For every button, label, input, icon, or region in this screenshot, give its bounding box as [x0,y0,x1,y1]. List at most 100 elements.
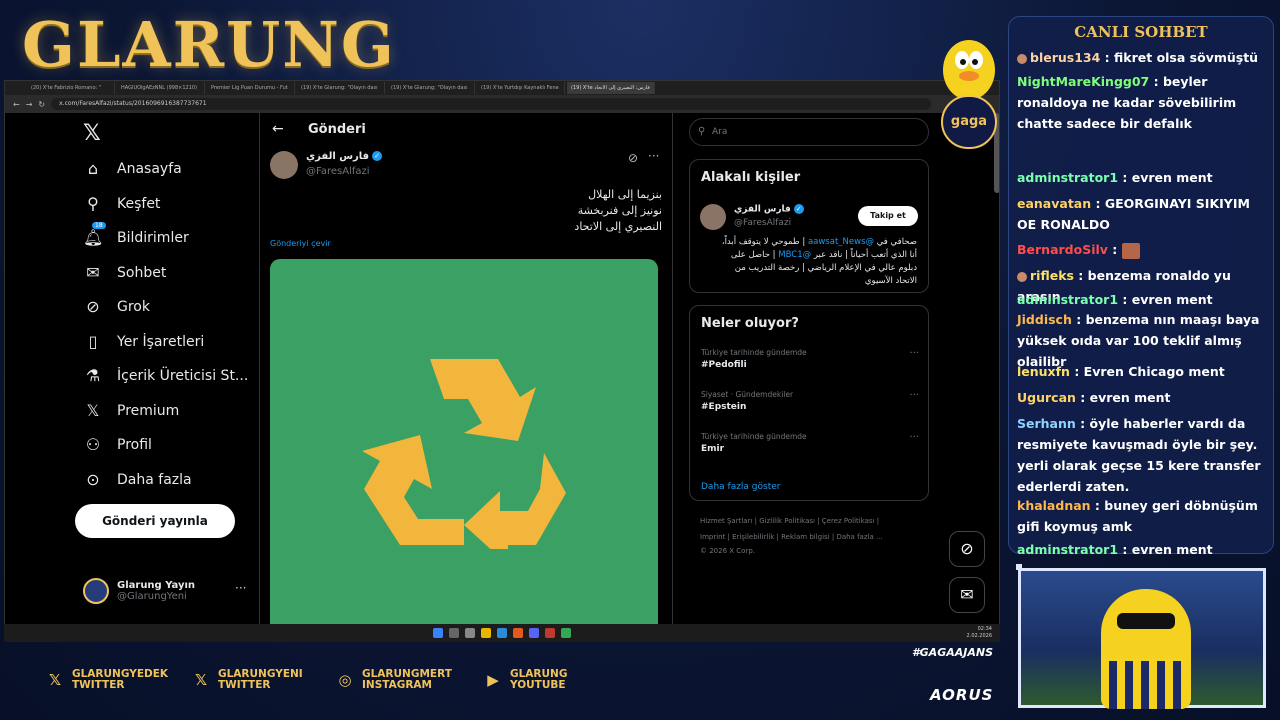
trend-item[interactable]: Türkiye tarihinde gündemde Emir ··· [701,432,919,454]
sidebar-item-more[interactable]: ⊙ Daha fazla [83,470,191,489]
grok-icon[interactable]: ⊘ [628,151,638,165]
trend-item[interactable]: Siyaset · Gündemdekiler #Epstein ··· [701,390,919,412]
search-icon[interactable] [449,628,459,638]
grok-fab-icon[interactable]: ⊘ [949,531,985,567]
explorer-icon[interactable] [481,628,491,638]
gaga-badge-logo: gaga [941,95,997,149]
chat-username[interactable]: BernardoSilv [1017,242,1108,257]
follow-button[interactable]: Takip et [858,206,918,226]
system-clock[interactable]: 02:34 2.02.2026 [967,626,992,640]
chat-username[interactable]: NightMareKingg07 [1017,74,1149,89]
sidebar-item-explore[interactable]: ⚲ Keşfet [83,194,160,213]
sidebar-item-home[interactable]: ⌂ Anasayfa [83,159,182,178]
chat-text: : [1107,242,1122,257]
author-avatar[interactable] [270,151,298,179]
hashtag-label: #GAGAAJANS [912,646,993,659]
chat-message: eanavatan : GEORGINAYI SIKIYIM OE RONALD… [1017,193,1269,235]
author-name-text: فارس الفزي [306,151,370,162]
avatar[interactable] [700,204,726,230]
chat-username[interactable]: adminstrator1 [1017,170,1118,185]
browser-tab[interactable]: (19) X'te Glarung: "Olayın dası [297,82,385,94]
windows-taskbar: 02:34 2.02.2026 [4,624,1000,642]
chat-username[interactable]: Serhann [1017,416,1076,431]
start-icon[interactable] [433,628,443,638]
account-switcher[interactable]: Glarung Yayın @GlarungYeni [83,578,195,604]
chat-text: : evren ment [1118,292,1213,307]
translate-link[interactable]: Gönderiyi çevir [270,239,331,248]
chat-username[interactable]: eanavatan [1017,196,1091,211]
taskview-icon[interactable] [465,628,475,638]
browser-tab[interactable]: (20) X'te Fabrizio Romano: " [27,82,115,94]
browser-tab[interactable]: (19) X'te Yurtdışı Kaynaklı Fene [477,82,565,94]
trend-name: Emir [701,444,725,454]
sidebar-item-chat[interactable]: ✉ Sohbet [83,263,166,282]
chat-username[interactable]: blerus134 [1030,50,1100,65]
related-handle[interactable]: @FaresAlfazi [734,218,791,228]
trend-category: Türkiye tarihinde gündemde [701,432,807,441]
more-icon[interactable]: ··· [909,390,919,401]
browser-tab[interactable]: Premier Lig Puan Durumu - Fut [207,82,295,94]
mail-icon: ✉ [86,263,100,282]
related-name[interactable]: فارس الفزي ✓ [734,204,804,215]
more-icon[interactable]: ··· [648,149,659,163]
chat-username[interactable]: Jiddisch [1017,312,1072,327]
clock-time: 02:34 [977,626,992,632]
post-button[interactable]: Gönderi yayınla [75,504,235,538]
brave-icon[interactable] [513,628,523,638]
chat-username[interactable]: khaladnan [1017,498,1091,513]
chrome-icon[interactable] [561,628,571,638]
more-icon[interactable]: ··· [909,432,919,443]
chat-text: : evren ment [1118,542,1213,557]
chat-username[interactable]: adminstrator1 [1017,292,1118,307]
chat-username[interactable]: adminstrator1 [1017,542,1118,557]
card-heading: Alakalı kişiler [701,170,801,185]
back-arrow-icon[interactable]: ← [13,100,20,109]
chat-username[interactable]: rifleks [1030,268,1074,283]
bio-link[interactable]: @aawsat_News [808,237,874,247]
chat-username[interactable]: lenuxfn [1017,364,1070,379]
sidebar-item-label: Bildirimler [117,229,189,246]
sidebar-item-grok[interactable]: ⊘ Grok [83,297,150,316]
related-people-card: Alakalı kişiler فارس الفزي ✓ @FaresAlfazi… [689,159,929,293]
home-icon: ⌂ [87,159,99,178]
sidebar-item-notifications[interactable]: 🔔︎ 18 Bildirimler [83,222,189,247]
address-bar[interactable]: x.com/FaresAlfazi/status/201609691638773… [51,98,932,110]
account-more-icon[interactable]: ··· [235,581,246,595]
post-media-image[interactable] [270,259,658,625]
bio-link[interactable]: @MBC1 [778,250,811,260]
footer-copyright: © 2026 X Corp. [700,547,756,555]
sidebar-item-profile[interactable]: ⚇ Profil [83,435,152,454]
sidebar-item-creator-studio[interactable]: ⚗ İçerik Üreticisi St... [83,366,248,385]
back-arrow-icon[interactable]: ← [272,121,284,137]
sidebar-item-bookmarks[interactable]: ▯ Yer İşaretleri [83,332,205,351]
x-logo-icon[interactable]: 𝕏 [83,121,101,146]
messages-fab-icon[interactable]: ✉ [949,577,985,613]
chat-text: : fikret olsa sövmüştü [1100,50,1259,65]
obs-icon[interactable] [545,628,555,638]
show-more-link[interactable]: Daha fazla göster [701,482,780,492]
avatar [83,578,109,604]
post-column: ← Gönderi فارس الفزي ✓ @FaresAlfazi ⊘ ···… [259,113,673,625]
browser-tab-active[interactable]: (19) X'te فارس: النصيري إلى الاتحاد [567,82,655,94]
reload-icon[interactable]: ↻ [38,100,45,109]
browser-tab[interactable]: HAGIUOlgAEzNNL (998×1210) [117,82,205,94]
stream-brand-logo: GLARUNG [22,8,396,81]
search-input[interactable]: ⚲ Ara [689,118,929,146]
related-name-text: فارس الفزي [734,204,791,215]
more-icon[interactable]: ··· [909,348,919,359]
chat-username[interactable]: Ugurcan [1017,390,1076,405]
discord-icon[interactable] [529,628,539,638]
trend-item[interactable]: Türkiye tarihinde gündemde #Pedofili ··· [701,348,919,370]
footer-links[interactable]: Hizmet Şartları | Gizlilik Politikası | … [700,513,930,529]
author-handle[interactable]: @FaresAlfazi [306,166,370,177]
author-name[interactable]: فارس الفزي ✓ [306,151,383,162]
browser-tab[interactable]: (19) X'te Glarung: "Olayın dası [387,82,475,94]
live-chat-panel: CANLI SOHBET blerus134 : fikret olsa söv… [1008,16,1274,557]
account-handle: @GlarungYeni [117,591,187,602]
user-badge-icon [1017,53,1027,64]
sidebar-item-premium[interactable]: 𝕏 Premium [83,401,180,420]
search-icon: ⚲ [698,126,706,137]
forward-arrow-icon[interactable]: → [26,100,33,109]
social-platform: TWITTER [72,679,125,691]
edge-icon[interactable] [497,628,507,638]
